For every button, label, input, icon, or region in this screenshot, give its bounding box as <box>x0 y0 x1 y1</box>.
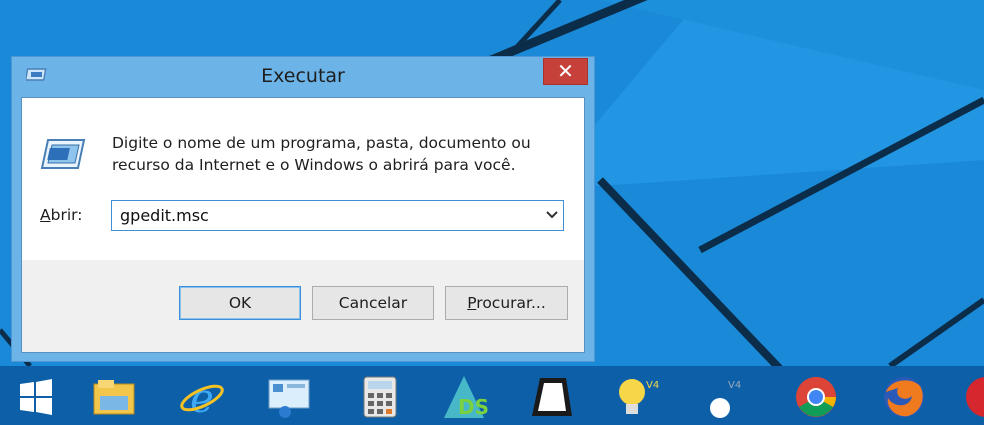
calculator-icon[interactable] <box>356 374 404 420</box>
ok-button[interactable]: OK <box>179 286 301 320</box>
open-combobox[interactable] <box>111 200 564 231</box>
close-button[interactable]: ✕ <box>543 58 588 85</box>
open-label: Abrir: <box>40 206 82 224</box>
browse-label-accelerator: P <box>467 294 477 312</box>
lightbulb-app-icon[interactable]: V4 <box>612 374 660 420</box>
dialog-body: Digite o nome de um programa, pasta, doc… <box>21 97 585 353</box>
svg-text:DS: DS <box>458 395 488 419</box>
open-label-text: brir: <box>50 206 83 224</box>
run-program-icon <box>40 139 86 169</box>
svg-text:V4: V4 <box>728 380 741 391</box>
svg-text:V4: V4 <box>646 380 659 391</box>
dot-app-icon[interactable]: V4 <box>700 374 748 420</box>
file-explorer-icon[interactable] <box>90 374 138 420</box>
open-input[interactable] <box>112 201 530 230</box>
control-panel-icon[interactable] <box>265 374 313 420</box>
firefox-icon[interactable] <box>880 374 928 420</box>
chevron-down-icon[interactable] <box>545 210 559 220</box>
photo-app-icon[interactable] <box>528 374 576 420</box>
cancel-button[interactable]: Cancelar <box>312 286 434 320</box>
dialog-title: Executar <box>261 65 345 87</box>
ds-app-icon[interactable]: DS <box>440 374 488 420</box>
taskbar: e DS V4 V4 <box>0 366 984 425</box>
start-icon[interactable] <box>12 374 60 420</box>
browse-button[interactable]: Procurar... <box>445 286 568 320</box>
browse-label-text: rocurar... <box>476 294 546 312</box>
chrome-icon[interactable] <box>792 374 840 420</box>
open-label-accelerator: A <box>40 206 51 224</box>
instruction-line-2: recurso da Internet e o Windows o abrirá… <box>112 156 516 174</box>
svg-text:e: e <box>190 376 214 420</box>
run-dialog: Executar ✕ Digite o nome de um programa,… <box>11 56 595 362</box>
dialog-content-area: Digite o nome de um programa, pasta, doc… <box>22 98 584 260</box>
opera-icon[interactable] <box>962 374 984 420</box>
internet-explorer-icon[interactable]: e <box>178 374 226 420</box>
instruction-line-1: Digite o nome de um programa, pasta, doc… <box>112 134 531 152</box>
instruction-text: Digite o nome de um programa, pasta, doc… <box>112 132 552 176</box>
